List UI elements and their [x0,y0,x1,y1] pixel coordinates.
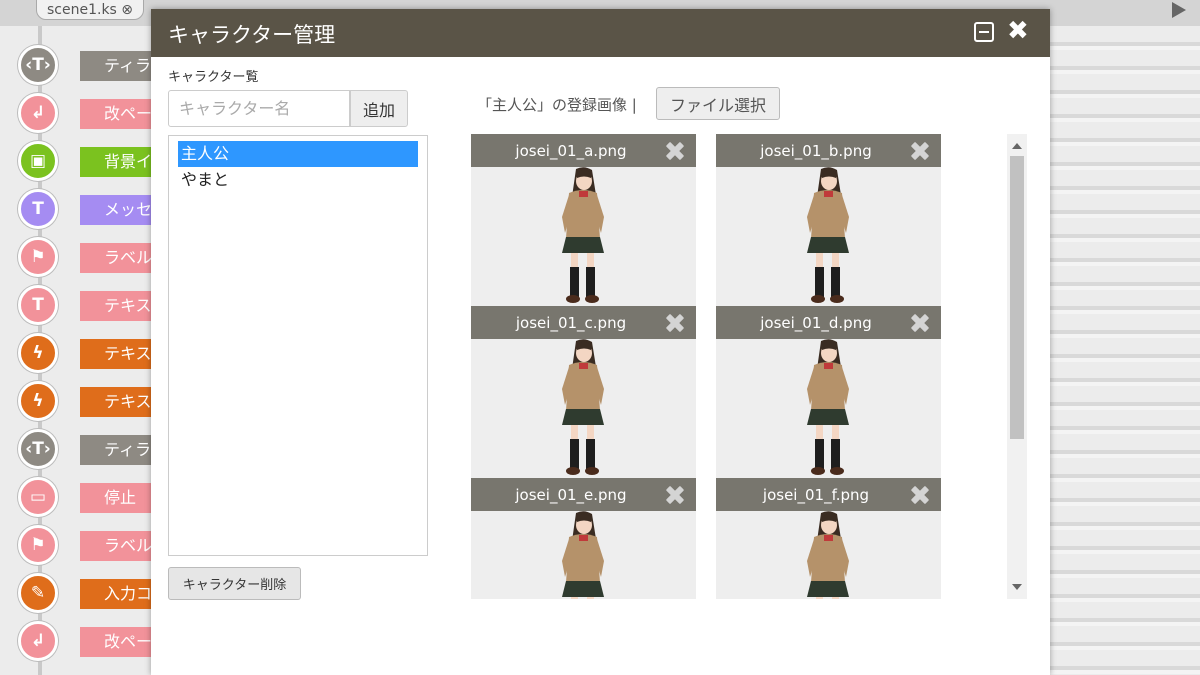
image-card[interactable]: josei_01_b.png [716,134,941,306]
remove-image-icon[interactable] [664,140,686,162]
character-sprite-image [801,339,856,478]
image-card[interactable]: josei_01_f.png [716,478,941,599]
dialog-title: キャラクター管理 [168,23,336,47]
label-flag-icon: ⚑ [18,525,58,565]
input-pen-icon: ✎ [18,573,58,613]
file-select-button[interactable]: ファイル選択 [656,87,780,120]
character-sprite-image [556,511,611,599]
remove-image-icon[interactable] [909,484,931,506]
image-card-header: josei_01_c.png [471,306,696,339]
lightning-icon: ϟ [18,333,58,373]
image-filename: josei_01_a.png [515,142,627,160]
image-card[interactable]: josei_01_d.png [716,306,941,478]
character-list: 主人公 やまと [168,135,428,556]
text-icon: T [18,285,58,325]
scene-file-tab[interactable]: scene1.ks ⊗ [36,0,145,20]
message-icon: T [18,189,58,229]
minimize-icon[interactable] [974,22,994,42]
character-list-heading: キャラクター覧 [168,70,259,85]
character-manager-dialog: キャラクター管理 ✖ キャラクター覧 追加 主人公やまと キャラクター削除 「主… [151,9,1050,675]
dialog-header: キャラクター管理 ✖ [151,9,1050,57]
image-card[interactable]: josei_01_a.png [471,134,696,306]
image-card-header: josei_01_b.png [716,134,941,167]
image-filename: josei_01_f.png [762,486,870,504]
label-flag-icon: ⚑ [18,237,58,277]
image-card[interactable]: josei_01_e.png [471,478,696,599]
close-icon[interactable]: ✖ [1007,16,1029,46]
character-list-item[interactable]: やまと [178,167,418,193]
remove-image-icon[interactable] [909,140,931,162]
scrollbar-thumb[interactable] [1010,156,1024,439]
image-filename: josei_01_d.png [760,314,872,332]
delete-character-button[interactable]: キャラクター削除 [168,567,301,600]
play-icon[interactable] [1172,2,1186,18]
image-card-header: josei_01_e.png [471,478,696,511]
character-name-input[interactable] [168,90,350,127]
editor-background-lines [1050,26,1200,675]
lightning-icon: ϟ [18,381,58,421]
background-image-icon: ▣ [18,141,58,181]
add-character-button[interactable]: 追加 [350,90,408,127]
image-filename: josei_01_c.png [515,314,627,332]
remove-image-icon[interactable] [664,484,686,506]
image-card-header: josei_01_d.png [716,306,941,339]
character-sprite-image [556,167,611,306]
tag-icon: ‹T› [18,45,58,85]
remove-image-icon[interactable] [664,312,686,334]
image-card-header: josei_01_f.png [716,478,941,511]
character-sprite-image [556,339,611,478]
image-filename: josei_01_b.png [760,142,872,160]
scroll-down-arrow-icon[interactable] [1012,584,1022,590]
scroll-up-arrow-icon[interactable] [1012,143,1022,149]
tag-icon: ‹T› [18,429,58,469]
character-sprite-image [801,511,856,599]
remove-image-icon[interactable] [909,312,931,334]
registered-images-heading: 「主人公」の登録画像 | [477,96,637,114]
page-break-icon: ↲ [18,621,58,661]
image-grid: josei_01_a.png josei_01_b.png josei_01_c.p… [471,134,1016,599]
image-filename: josei_01_e.png [515,486,627,504]
page-break-icon: ↲ [18,93,58,133]
stop-icon: ▭ [18,477,58,517]
character-list-item[interactable]: 主人公 [178,141,418,167]
image-card-header: josei_01_a.png [471,134,696,167]
character-sprite-image [801,167,856,306]
image-grid-scrollbar[interactable] [1007,134,1027,599]
image-card[interactable]: josei_01_c.png [471,306,696,478]
